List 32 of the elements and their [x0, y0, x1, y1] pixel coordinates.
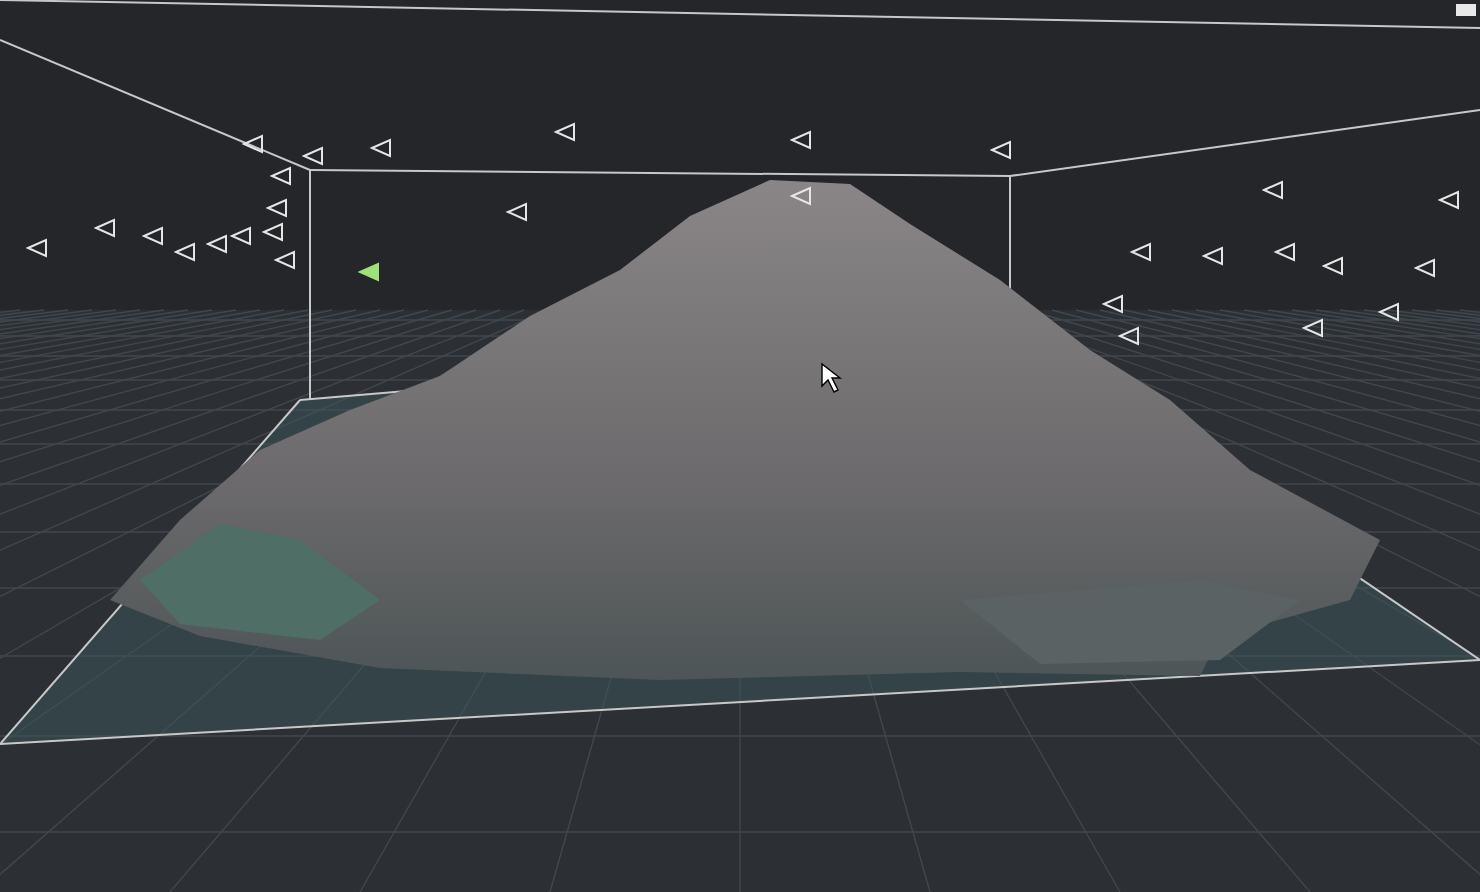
camera-frustum-icon[interactable] — [141, 226, 163, 246]
camera-frustum-icon[interactable] — [1101, 294, 1123, 314]
camera-frustum-icon[interactable] — [553, 122, 575, 142]
camera-frustum-icon[interactable] — [1273, 242, 1295, 262]
camera-frustum-icon[interactable] — [1201, 246, 1223, 266]
camera-frustum-icon[interactable] — [369, 138, 391, 158]
camera-frustum-icon[interactable] — [1301, 318, 1323, 338]
camera-frustum-icon[interactable] — [505, 202, 527, 222]
camera-frustum-icon[interactable] — [25, 238, 47, 258]
camera-frustum-icon[interactable] — [173, 242, 195, 262]
camera-frustum-icon[interactable] — [1437, 190, 1459, 210]
camera-frustum-icon[interactable] — [273, 250, 295, 270]
corner-marker-icon — [1456, 4, 1476, 16]
camera-frustum-icon[interactable] — [1377, 302, 1399, 322]
camera-frustum-icon[interactable] — [789, 130, 811, 150]
viewport[interactable] — [0, 0, 1480, 892]
camera-frustum-icon[interactable] — [357, 262, 379, 282]
camera-frustum-icon[interactable] — [1261, 180, 1283, 200]
camera-frustum-icon[interactable] — [269, 166, 291, 186]
cursor-icon — [821, 362, 843, 393]
camera-frustum-icon[interactable] — [205, 234, 227, 254]
camera-frustum-icon[interactable] — [265, 198, 287, 218]
camera-frustum-icon[interactable] — [1117, 326, 1139, 346]
camera-frustum-icon[interactable] — [301, 146, 323, 166]
camera-frustum-icon[interactable] — [1413, 258, 1435, 278]
camera-frustum-icon[interactable] — [93, 218, 115, 238]
camera-frustum-icon[interactable] — [241, 134, 263, 154]
camera-frustum-icon[interactable] — [1321, 256, 1343, 276]
camera-frustum-icon[interactable] — [261, 222, 283, 242]
camera-frustum-icon[interactable] — [989, 140, 1011, 160]
camera-frustum-icon[interactable] — [1129, 242, 1151, 262]
camera-frustum-icon[interactable] — [229, 226, 251, 246]
